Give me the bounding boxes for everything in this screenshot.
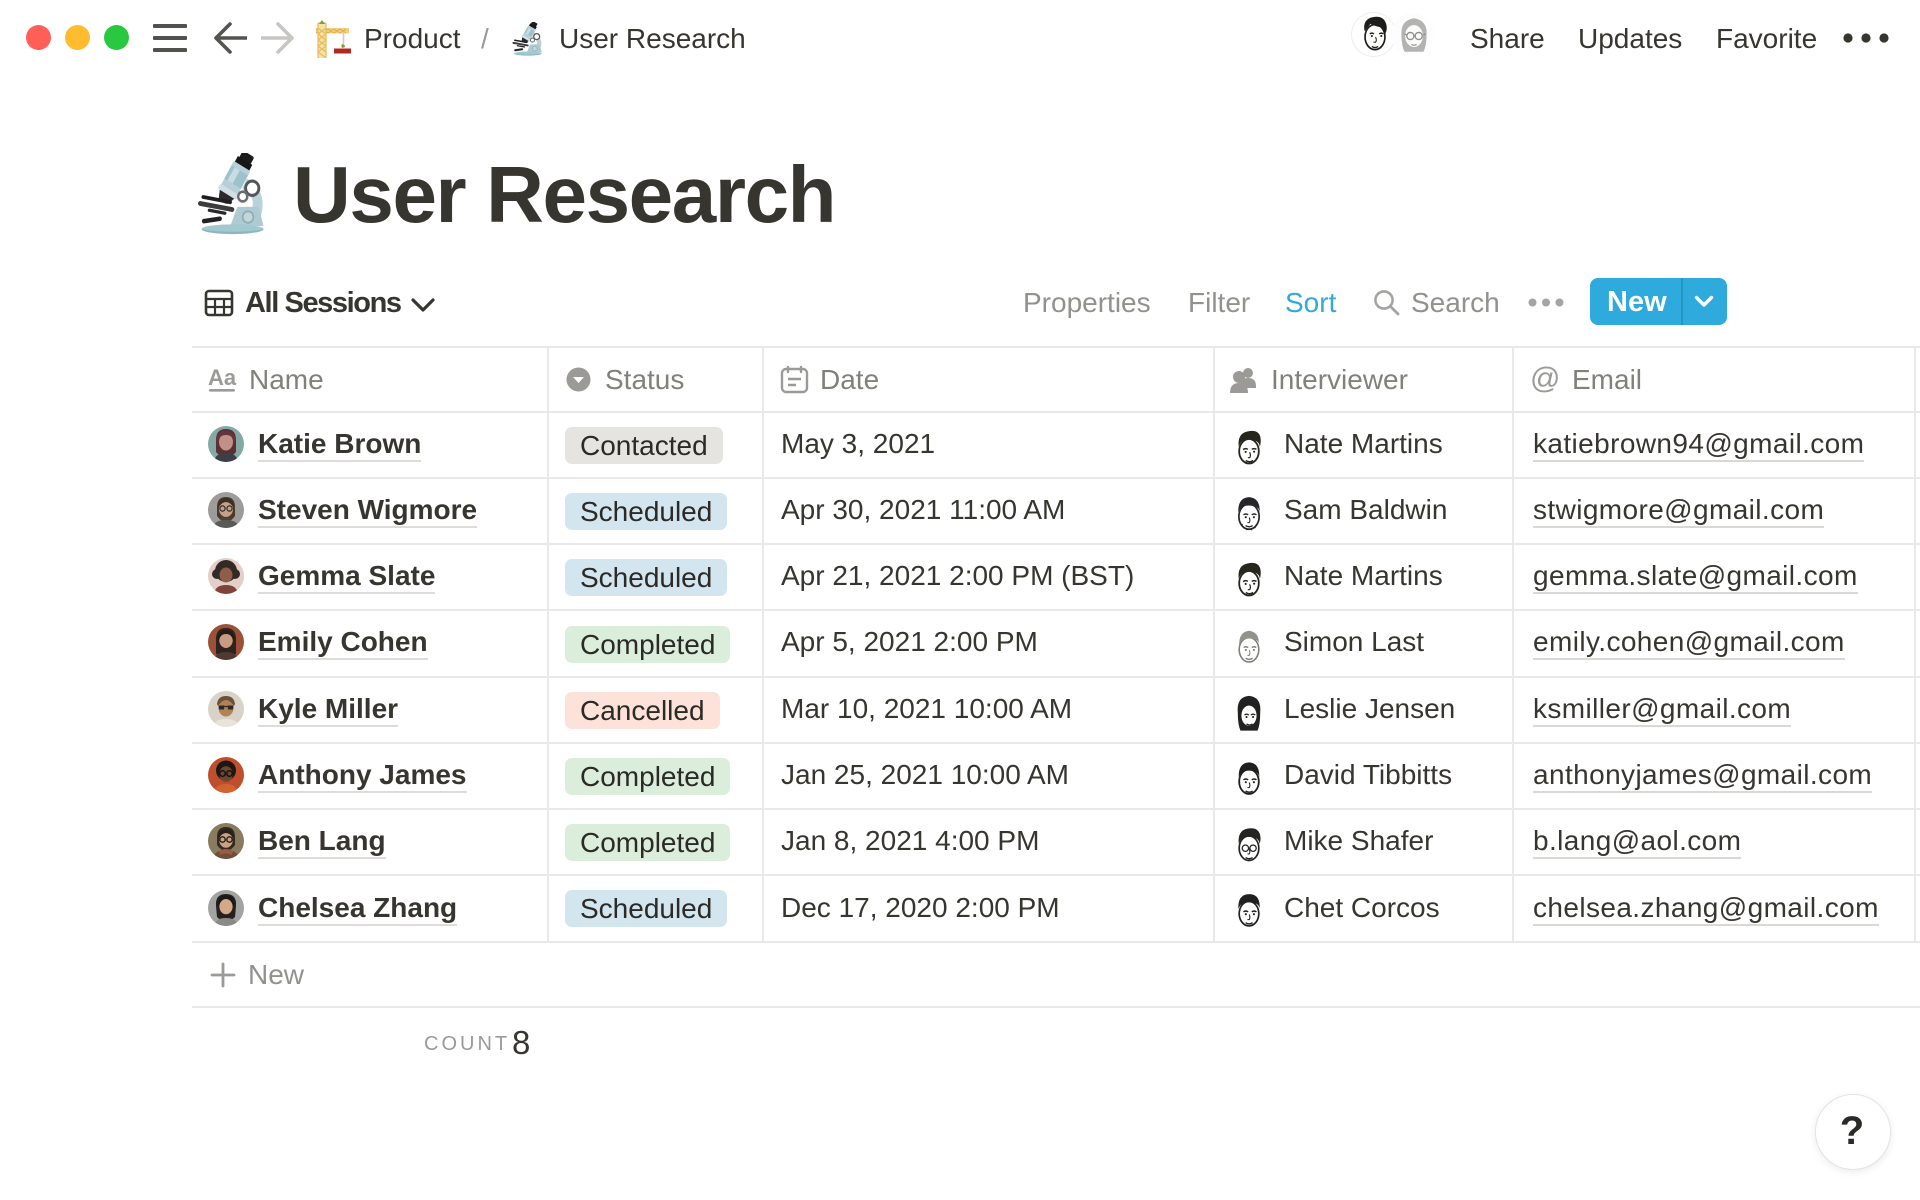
svg-text:Aa: Aa xyxy=(208,366,237,390)
